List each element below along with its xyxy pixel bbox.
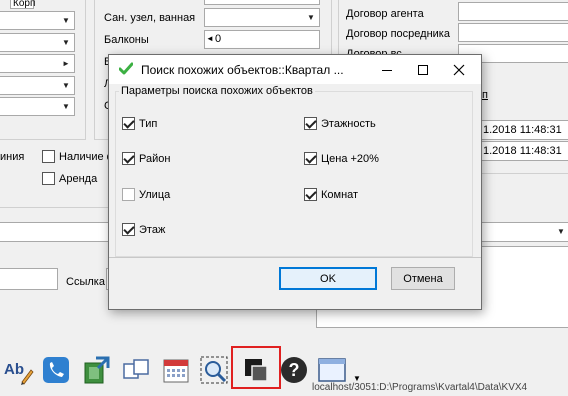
link-label: Ссылка bbox=[66, 276, 105, 288]
export-icon[interactable] bbox=[80, 354, 112, 386]
help-icon[interactable]: ? bbox=[278, 354, 310, 386]
checkbox-price-label: Цена +20% bbox=[321, 153, 379, 165]
checkbox-district[interactable] bbox=[122, 152, 135, 165]
left-group-border bbox=[0, 0, 86, 140]
similar-objects-dialog: Поиск похожих объектов::Квартал ... Пара… bbox=[108, 54, 482, 310]
checkbox-type[interactable] bbox=[122, 117, 135, 130]
partial-label: иния bbox=[0, 151, 25, 163]
small-input[interactable] bbox=[0, 268, 58, 290]
checkbox-type-label: Тип bbox=[139, 118, 158, 130]
status-path: localhost/3051:D:\Programs\Kvartal4\Data… bbox=[312, 382, 528, 393]
checkbox-district-label: Район bbox=[139, 153, 171, 165]
checkbox-floors[interactable] bbox=[304, 117, 317, 130]
checkbox-arenda-label: Аренда bbox=[59, 173, 98, 185]
svg-text:Ab: Ab bbox=[4, 361, 24, 378]
chevron-down-icon: ▼ bbox=[557, 227, 565, 236]
checkmark-icon bbox=[118, 62, 134, 79]
wide-input[interactable] bbox=[0, 222, 118, 242]
left-mid-border bbox=[0, 207, 118, 208]
search-params-group bbox=[115, 91, 473, 257]
search-dashed-icon[interactable] bbox=[198, 354, 230, 386]
checkbox-nalichie[interactable] bbox=[42, 150, 55, 163]
checkbox-rooms[interactable] bbox=[304, 188, 317, 201]
ok-button[interactable]: OK bbox=[279, 267, 377, 290]
copy-windows-icon[interactable] bbox=[120, 354, 152, 386]
search-params-title: Параметры поиска похожих объектов bbox=[119, 85, 315, 97]
dialog-titlebar[interactable]: Поиск похожих объектов::Квартал ... bbox=[109, 55, 481, 84]
checkbox-arenda[interactable] bbox=[42, 172, 55, 185]
checkbox-floor[interactable] bbox=[122, 223, 135, 236]
svg-text:?: ? bbox=[289, 360, 300, 380]
dialog-title: Поиск похожих объектов::Квартал ... bbox=[141, 63, 344, 77]
maximize-icon[interactable] bbox=[405, 55, 441, 84]
similar-objects-icon[interactable] bbox=[240, 354, 272, 386]
checkbox-street-label: Улица bbox=[139, 189, 171, 201]
checkbox-rooms-label: Комнат bbox=[321, 189, 359, 201]
checkbox-floors-label: Этажность bbox=[321, 118, 376, 130]
calendar-icon[interactable] bbox=[160, 354, 192, 386]
checkbox-price[interactable] bbox=[304, 152, 317, 165]
dialog-separator bbox=[109, 257, 481, 258]
checkbox-floor-label: Этаж bbox=[139, 224, 166, 236]
phone-icon[interactable] bbox=[40, 354, 72, 386]
minimize-icon[interactable] bbox=[369, 55, 405, 84]
ab-pencil-icon[interactable]: Ab bbox=[2, 354, 34, 386]
checkbox-street[interactable] bbox=[122, 188, 135, 201]
cancel-button[interactable]: Отмена bbox=[391, 267, 455, 290]
close-icon[interactable] bbox=[441, 55, 477, 84]
